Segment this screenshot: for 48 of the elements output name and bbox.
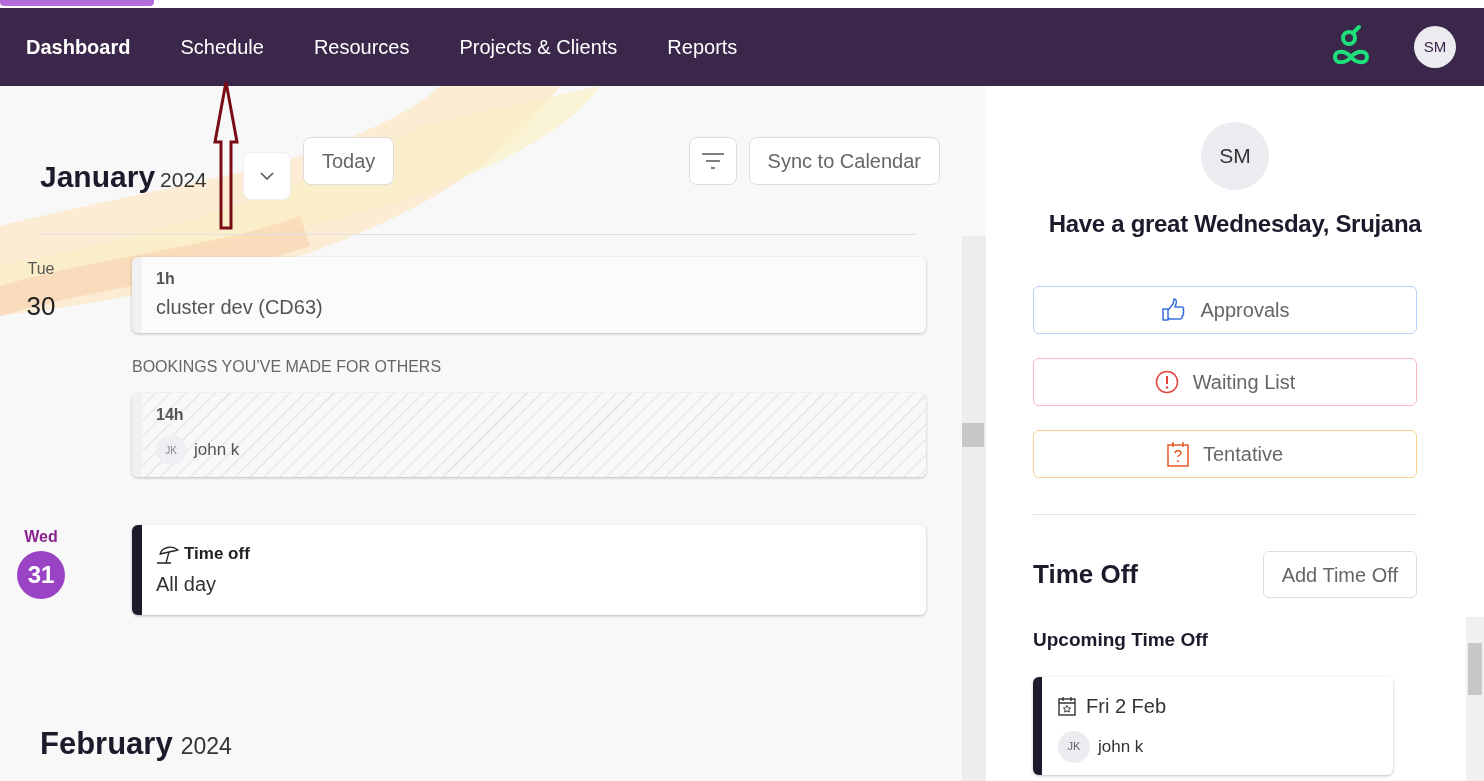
time-off-card[interactable]: Time off All day	[132, 525, 926, 615]
action-button[interactable]: Approvals	[1033, 286, 1417, 334]
subsection-title: Upcoming Time Off	[1033, 628, 1209, 652]
person-name: john k	[1098, 735, 1144, 758]
month-dropdown-button[interactable]	[243, 152, 291, 200]
booking-title: cluster dev (CD63)	[156, 295, 324, 319]
action-button[interactable]: Tentative	[1033, 430, 1417, 478]
year-label: 2024	[180, 731, 232, 761]
action-button[interactable]: Waiting List	[1033, 358, 1417, 406]
year-label: 2024	[160, 166, 207, 193]
month-heading: February	[40, 724, 173, 763]
exclamation-circle-icon	[1154, 370, 1179, 394]
today-button[interactable]: Today	[303, 137, 395, 185]
day-number: 31	[17, 551, 65, 599]
time-off-label: Time off	[184, 543, 250, 565]
add-time-off-button[interactable]: Add Time Off	[1262, 551, 1417, 598]
booking-card[interactable]: 14h JK john k	[132, 393, 926, 477]
scrollbar[interactable]	[1466, 617, 1484, 781]
weekday-label: Tue	[27, 259, 55, 279]
thumbs-up-icon	[1160, 298, 1187, 322]
weekday-label: Wed	[24, 527, 58, 547]
nav-tab[interactable]: Schedule	[180, 32, 264, 62]
nav-tab[interactable]: Dashboard	[26, 32, 131, 62]
user-avatar: JK	[1058, 730, 1090, 763]
time-off-detail: All day	[156, 571, 218, 597]
month-heading: January	[40, 158, 156, 195]
person-name: john k	[194, 439, 240, 462]
time-off-date: Fri 2 Feb	[1086, 693, 1167, 719]
user-avatar: JK	[156, 435, 186, 465]
nav-tab[interactable]: Reports	[667, 32, 738, 62]
booking-hours: 1h	[156, 269, 176, 289]
booking-hours: 14h	[156, 405, 185, 425]
chevron-down-icon	[260, 172, 274, 180]
user-avatar[interactable]: SM	[1414, 26, 1456, 68]
section-heading: BOOKINGS YOU’VE MADE FOR OTHERS	[132, 357, 443, 377]
greeting-text: Have a great Wednesday, Srujana	[1048, 209, 1422, 239]
calendar-question-icon	[1166, 441, 1189, 467]
nav-tab[interactable]: Projects & Clients	[459, 32, 618, 62]
day-number: 30	[26, 290, 56, 323]
scrollbar[interactable]	[962, 236, 986, 781]
time-off-card[interactable]: Fri 2 Feb JK john k	[1033, 676, 1393, 775]
filter-button[interactable]	[688, 137, 737, 185]
booking-card[interactable]: 1h cluster dev (CD63)	[132, 257, 926, 333]
filter-icon	[700, 151, 725, 171]
user-avatar: SM	[1201, 122, 1269, 190]
nav-tab[interactable]: Resources	[313, 32, 410, 62]
sync-calendar-button[interactable]: Sync to Calendar	[748, 137, 940, 185]
section-title: Time Off	[1033, 558, 1138, 591]
